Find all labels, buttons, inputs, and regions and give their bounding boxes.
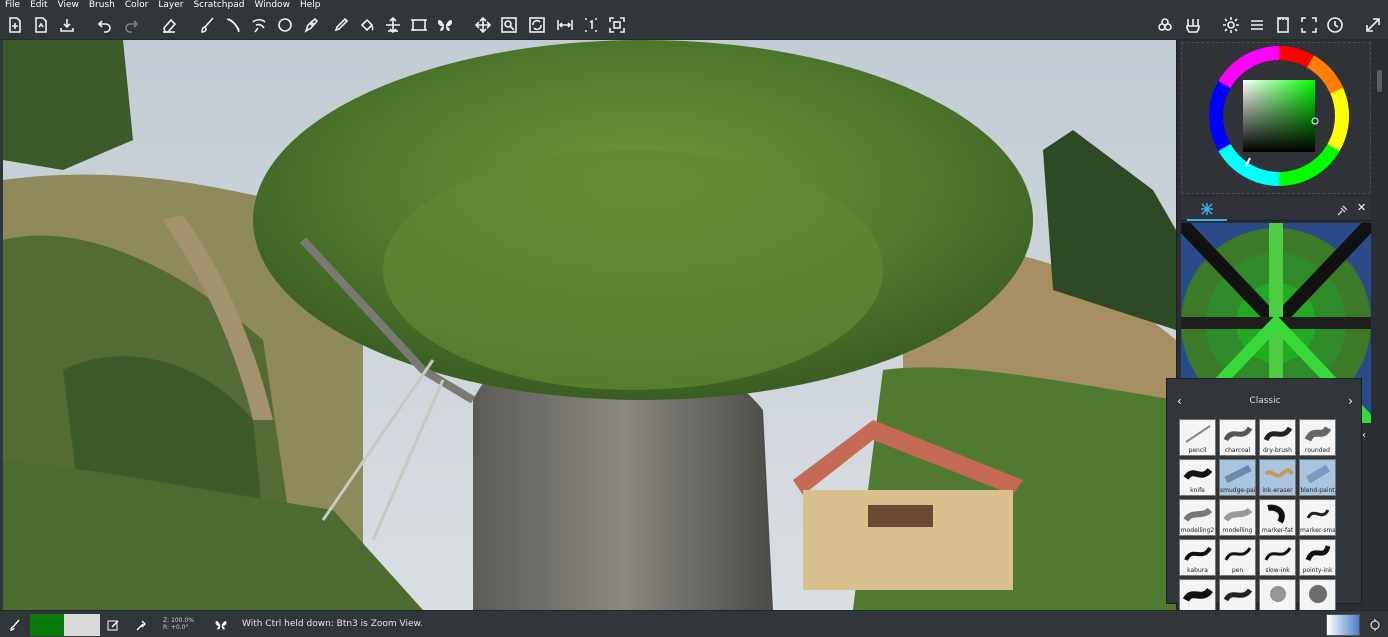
menu-brush[interactable]: Brush	[84, 0, 120, 10]
color-wheel-panel	[1181, 42, 1371, 194]
brush-preset[interactable]: slow-ink	[1259, 539, 1296, 576]
calligraphy-icon[interactable]	[222, 14, 244, 36]
menu-layer[interactable]: Layer	[153, 0, 188, 10]
settings-icon[interactable]	[1220, 14, 1242, 36]
timer-icon[interactable]	[1324, 14, 1346, 36]
pen-tool-icon[interactable]	[300, 14, 322, 36]
brush-preset[interactable]: marker-fat	[1259, 499, 1296, 536]
brush-preset[interactable]: modelling	[1219, 499, 1256, 536]
brush-preset[interactable]: rounded	[1299, 419, 1336, 456]
redo-icon[interactable]	[120, 14, 142, 36]
menu-file[interactable]: File	[0, 0, 25, 10]
fill-icon[interactable]	[356, 14, 378, 36]
brush-group-title: Classic	[1249, 396, 1281, 406]
pin-icon[interactable]	[1336, 202, 1348, 221]
background-color-swatch[interactable]	[64, 614, 100, 636]
brush-preset[interactable]: charcoal	[1219, 419, 1256, 456]
undo-icon[interactable]	[94, 14, 116, 36]
flip-icon[interactable]	[554, 14, 576, 36]
save-icon[interactable]	[56, 14, 78, 36]
hsv-color-wheel[interactable]	[1182, 43, 1372, 195]
zoom-rotation-readout: Z: 100.0% R: +0.0°	[163, 617, 194, 631]
new-document-icon[interactable]	[4, 14, 26, 36]
brush-preset[interactable]: pencil	[1179, 419, 1216, 456]
brush-preset[interactable]: smudge-paint	[1219, 459, 1256, 496]
menu-help[interactable]: Help	[295, 0, 326, 10]
house-window	[868, 505, 933, 527]
fullscreen-icon[interactable]	[1298, 14, 1320, 36]
dock-scrollbar[interactable]	[1375, 42, 1385, 612]
pick-color-icon[interactable]	[134, 616, 148, 634]
expand-icon[interactable]	[1362, 14, 1384, 36]
brush-preset[interactable]: marker-small	[1299, 499, 1336, 536]
status-bar: Z: 100.0% R: +0.0° With Ctrl held down: …	[0, 610, 1388, 637]
foreground-color-swatch[interactable]	[30, 614, 64, 636]
brush-preset[interactable]: pen	[1219, 539, 1256, 576]
ellipse-icon[interactable]	[274, 14, 296, 36]
mypaint-window: File Edit View Brush Color Layer Scratch…	[0, 0, 1388, 637]
menu-color[interactable]: Color	[120, 0, 154, 10]
eraser-icon[interactable]	[158, 14, 180, 36]
fit-icon[interactable]	[606, 14, 628, 36]
canvas-painting	[3, 40, 1176, 610]
one-to-one-icon[interactable]	[580, 14, 602, 36]
close-icon[interactable]: ✕	[1357, 201, 1366, 214]
brush-preset-grid: pencil charcoal dry-brush rounded knife …	[1179, 419, 1339, 616]
previous-group-icon[interactable]: ‹	[1177, 394, 1182, 408]
layers-icon[interactable]	[1154, 14, 1176, 36]
edit-brush-icon[interactable]	[106, 616, 120, 634]
rotation-readout: R: +0.0°	[163, 624, 189, 631]
lasso-icon[interactable]	[248, 14, 270, 36]
rotate-icon[interactable]	[526, 14, 548, 36]
status-message: With Ctrl held down: Btn3 is Zoom View.	[242, 619, 423, 629]
palette-icon	[1201, 203, 1213, 215]
color-picker-icon[interactable]	[330, 14, 352, 36]
brush-preset[interactable]: pointy-ink	[1299, 539, 1336, 576]
menu-window[interactable]: Window	[249, 0, 295, 10]
open-document-icon[interactable]	[30, 14, 52, 36]
collapse-panel-icon[interactable]: ‹	[1362, 430, 1366, 441]
scratchpad-icon[interactable]	[1272, 14, 1294, 36]
menu-bar: File Edit View Brush Color Layer Scratch…	[0, 0, 1388, 10]
zoom-readout: Z: 100.0%	[163, 617, 194, 624]
brush-icon[interactable]	[8, 616, 22, 634]
scrollbar-thumb[interactable]	[1377, 70, 1382, 92]
menu-icon[interactable]	[1246, 14, 1268, 36]
brush-preset[interactable]: ink-eraser	[1259, 459, 1296, 496]
symmetry-icon	[214, 616, 228, 634]
toggle-panel-icon[interactable]	[1368, 616, 1382, 634]
pan-icon[interactable]	[472, 14, 494, 36]
brush-preset[interactable]: modelling2	[1179, 499, 1216, 536]
zoom-icon[interactable]	[498, 14, 520, 36]
brush-preset[interactable]: kabura	[1179, 539, 1216, 576]
symmetry-icon[interactable]	[434, 14, 456, 36]
brush-group-header: ‹ Classic ›	[1167, 391, 1363, 411]
frame-icon[interactable]	[408, 14, 430, 36]
main-toolbar	[0, 10, 1388, 40]
brush-settings-icon[interactable]	[1182, 14, 1204, 36]
color-mixer-header: ✕	[1181, 197, 1371, 221]
next-group-icon[interactable]: ›	[1348, 394, 1353, 408]
brush-gradient-preview[interactable]	[1326, 614, 1360, 636]
brush-icon[interactable]	[196, 14, 218, 36]
move-icon[interactable]	[382, 14, 404, 36]
brush-preset[interactable]: knife	[1179, 459, 1216, 496]
brush-preset[interactable]: dry-brush	[1259, 419, 1296, 456]
menu-edit[interactable]: Edit	[25, 0, 52, 10]
menu-scratchpad[interactable]: Scratchpad	[188, 0, 249, 10]
menu-view[interactable]: View	[53, 0, 84, 10]
brush-preset-popup: ‹ Classic › pencil charcoal dry-brush ro…	[1166, 378, 1363, 616]
brush-preset[interactable]: blend-paint	[1299, 459, 1336, 496]
drawing-canvas[interactable]	[3, 40, 1176, 610]
mixer-tab[interactable]	[1187, 199, 1227, 221]
